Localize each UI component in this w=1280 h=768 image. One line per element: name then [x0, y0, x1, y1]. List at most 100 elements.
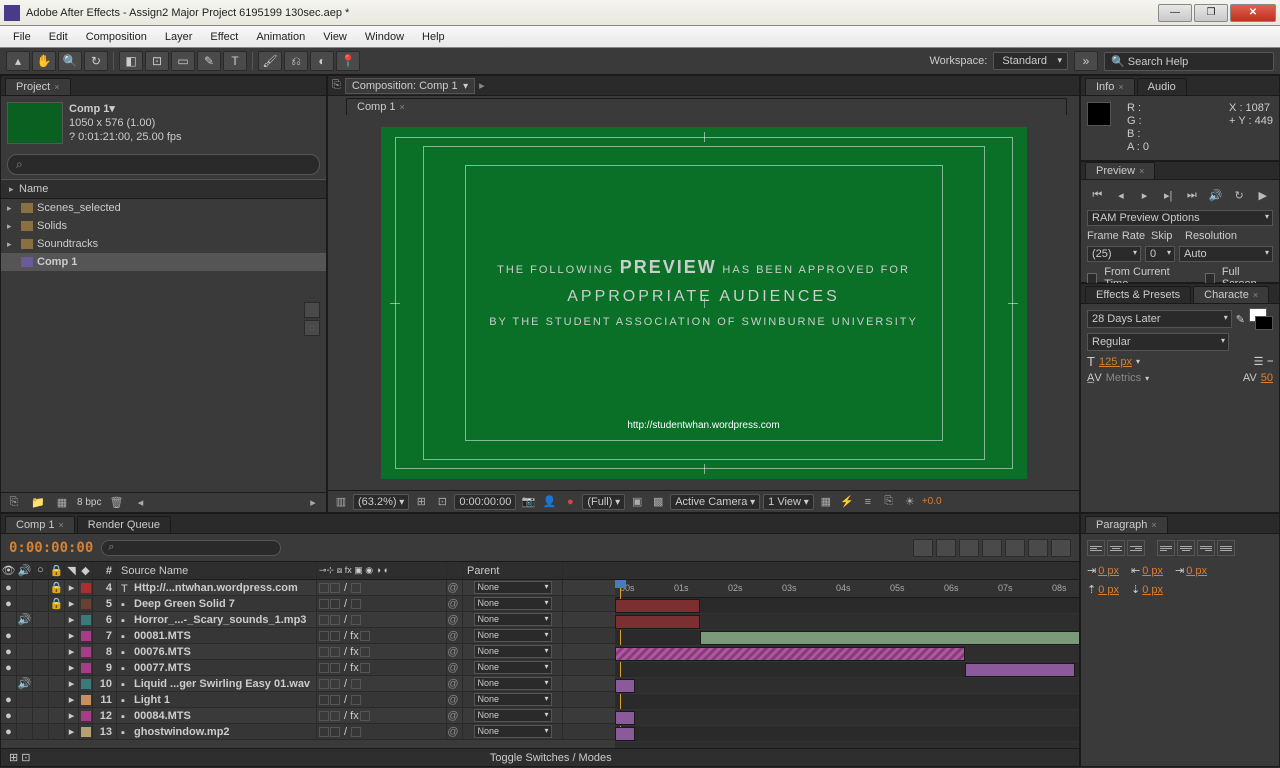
menu-file[interactable]: File	[4, 31, 40, 43]
tab-character[interactable]: Characte×	[1193, 286, 1269, 303]
next-icon[interactable]: ▸	[304, 495, 322, 511]
composition-dropdown[interactable]: Composition: Comp 1 ▾	[345, 78, 475, 94]
framerate-select[interactable]: (25)	[1087, 246, 1141, 262]
chevron-down-icon[interactable]: ▾	[1145, 374, 1149, 383]
track-row[interactable]	[615, 726, 1079, 742]
play-icon[interactable]: ▸	[1134, 186, 1155, 204]
views-dropdown[interactable]: 1 View ▾	[763, 494, 814, 510]
toggle-switches-button[interactable]: Toggle Switches / Modes	[490, 752, 612, 764]
workspace-chevron-icon[interactable]: »	[1074, 51, 1098, 71]
brainstorm-icon[interactable]	[1005, 539, 1025, 557]
resolution-icon[interactable]: ⊞	[412, 494, 430, 510]
motion-blur-icon[interactable]	[982, 539, 1002, 557]
menu-layer[interactable]: Layer	[156, 31, 202, 43]
col-label-color[interactable]: ◆	[79, 562, 93, 579]
layer-row[interactable]: ●▸9▪00077.MTS / fx@None	[1, 660, 615, 676]
layer-row[interactable]: 🔊▸6▪Horror_...-_Scary_sounds_1.mp3 / @No…	[1, 612, 615, 628]
col-lock-icon[interactable]: 🔒	[49, 564, 65, 577]
layer-row[interactable]: ●▸13▪ghostwindow.mp2 / @None	[1, 724, 615, 740]
auto-keyframe-icon[interactable]	[1028, 539, 1048, 557]
new-comp-icon[interactable]: ▦	[53, 495, 71, 511]
ram-preview-dropdown[interactable]: RAM Preview Options	[1087, 210, 1273, 226]
col-source-name[interactable]: Source Name	[117, 562, 317, 579]
fast-preview-icon[interactable]: ⚡	[838, 494, 856, 510]
always-preview-icon[interactable]: ▥	[332, 494, 350, 510]
maximize-button[interactable]: ❐	[1194, 4, 1228, 22]
project-item-comp[interactable]: Comp 1	[1, 253, 326, 271]
layer-row[interactable]: ●▸11▪Light 1 / @None	[1, 692, 615, 708]
shape-tool-icon[interactable]: ▭	[171, 51, 195, 71]
camera-tool-icon[interactable]: ◧	[119, 51, 143, 71]
comp-name[interactable]: Comp 1▾	[69, 102, 182, 116]
eraser-tool-icon[interactable]: ◐	[310, 51, 334, 71]
eyedropper-icon[interactable]: ✎	[1236, 313, 1245, 326]
layer-row[interactable]: ●▸8▪00076.MTS / fx@None	[1, 644, 615, 660]
tab-timeline-comp[interactable]: Comp 1×	[5, 516, 75, 533]
flowchart-icon[interactable]	[304, 302, 320, 318]
align-center-icon[interactable]	[1107, 540, 1125, 556]
col-switches[interactable]: ⊸⊹ ⧈ fx ▣ ◉ ◑ ◐	[317, 562, 447, 579]
text-color-swatch[interactable]	[1249, 308, 1273, 330]
layer-row[interactable]: ●▸12▪00084.MTS / fx@None	[1, 708, 615, 724]
col-audio-icon[interactable]: 🔊	[17, 564, 33, 577]
chevron-down-icon[interactable]: ▾	[1136, 357, 1140, 366]
bpc-label[interactable]: 8 bpc	[77, 497, 101, 508]
layer-row[interactable]: ●🔒▸5▪Deep Green Solid 7 / @None	[1, 596, 615, 612]
flowchart-button-icon[interactable]: ⎘	[5, 495, 23, 511]
snapshot-icon[interactable]: 📷	[519, 494, 537, 510]
space-after-value[interactable]: 0 px	[1142, 584, 1163, 596]
tab-audio[interactable]: Audio	[1137, 78, 1187, 95]
track-row[interactable]	[615, 678, 1079, 694]
tab-project[interactable]: Project×	[5, 78, 71, 95]
justify-all-icon[interactable]	[1217, 540, 1235, 556]
track-row[interactable]	[615, 614, 1079, 630]
hide-shy-icon[interactable]	[936, 539, 956, 557]
comp-flowchart-icon[interactable]: ⎘	[880, 494, 898, 510]
frame-blend-icon[interactable]	[959, 539, 979, 557]
clone-tool-icon[interactable]: ⎌	[284, 51, 308, 71]
fullscreen-checkbox[interactable]	[1205, 273, 1215, 284]
zoom-dropdown[interactable]: (63.2%) ▾	[353, 494, 409, 510]
comp-tab[interactable]: Comp 1×	[346, 98, 1067, 115]
brush-tool-icon[interactable]: 🖌	[258, 51, 282, 71]
track-row[interactable]	[615, 742, 1079, 748]
col-label-icon[interactable]: ◥	[65, 562, 79, 579]
puppet-tool-icon[interactable]: 📍	[336, 51, 360, 71]
quality-dropdown[interactable]: (Full) ▾	[582, 494, 625, 510]
indent-first-value[interactable]: 0 px	[1142, 565, 1163, 577]
close-button[interactable]: ✕	[1230, 4, 1276, 22]
menu-help[interactable]: Help	[413, 31, 454, 43]
chevron-right-icon[interactable]: ▸	[479, 79, 485, 92]
flowchart-nav-icon[interactable]: ⎘	[332, 79, 341, 92]
col-solo-icon[interactable]: ○	[33, 564, 49, 576]
hand-tool-icon[interactable]: ✋	[32, 51, 56, 71]
indent-right-value[interactable]: 0 px	[1186, 565, 1207, 577]
selection-tool-icon[interactable]: ▴	[6, 51, 30, 71]
viewer-time[interactable]: 0:00:00:00	[454, 494, 516, 510]
project-item-folder[interactable]: ▸Solids	[1, 217, 326, 235]
menu-edit[interactable]: Edit	[40, 31, 77, 43]
exposure-value[interactable]: +0.0	[922, 496, 942, 507]
layer-row[interactable]: ●🔒▸4THttp://...ntwhan.wordpress.com / @N…	[1, 580, 615, 596]
mute-icon[interactable]: 🔊	[1205, 186, 1226, 204]
show-snapshot-icon[interactable]: 👤	[540, 494, 558, 510]
minimize-button[interactable]: —	[1158, 4, 1192, 22]
trash-icon[interactable]: 🗑	[107, 495, 125, 511]
layer-row[interactable]: ●▸7▪00081.MTS / fx@None	[1, 628, 615, 644]
first-frame-icon[interactable]: ⏮	[1087, 186, 1108, 204]
tab-effects[interactable]: Effects & Presets	[1085, 286, 1191, 303]
tab-info[interactable]: Info×	[1085, 78, 1135, 95]
interpret-icon[interactable]	[304, 320, 320, 336]
timeline-search-input[interactable]: ⌕	[101, 540, 281, 556]
prev-frame-icon[interactable]: ◂	[1111, 186, 1132, 204]
track-row[interactable]	[615, 598, 1079, 614]
graph-editor-icon[interactable]	[1051, 539, 1071, 557]
timecode-icon[interactable]: ⊡	[433, 494, 451, 510]
pixel-aspect-icon[interactable]: ▦	[817, 494, 835, 510]
track-row[interactable]	[615, 630, 1079, 646]
project-item-folder[interactable]: ▸Soundtracks	[1, 235, 326, 253]
track-row[interactable]	[615, 646, 1079, 662]
help-search-input[interactable]: 🔍 Search Help	[1104, 52, 1274, 71]
composition-viewer[interactable]: THE FOLLOWING PREVIEW HAS BEEN APPROVED …	[328, 116, 1079, 490]
align-right-icon[interactable]	[1127, 540, 1145, 556]
